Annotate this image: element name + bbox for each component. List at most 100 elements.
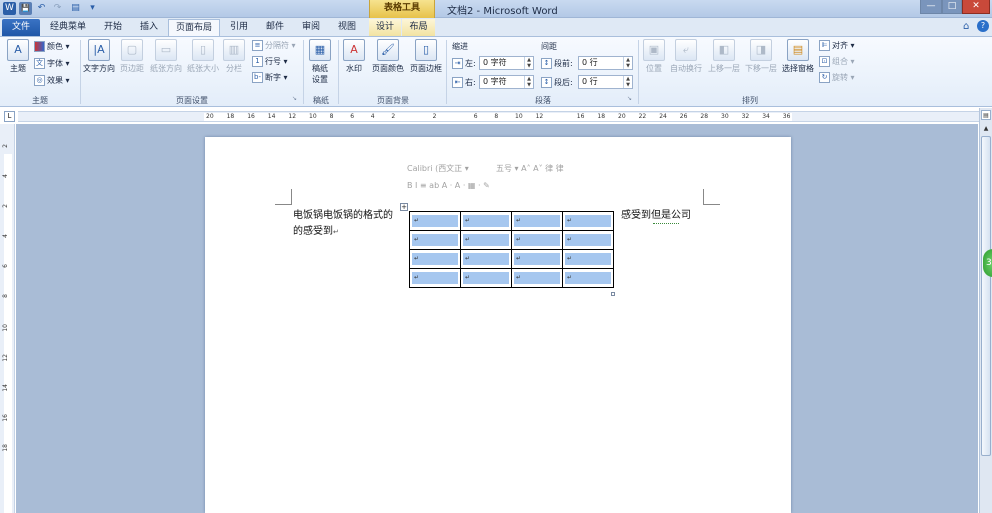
mini-toolbar[interactable]: Calibri (西文正 ▾ 五号 ▾ A˄ A˅ 律 律 B I ≡ ab A… [404,160,564,196]
margins-button[interactable]: ▢ 页边距 [118,39,146,74]
ruler-tick-label: 8 [494,113,499,120]
maximize-button[interactable]: □ [942,0,962,14]
cell-end-mark: ↵ [414,255,420,262]
table-cell[interactable]: ↵ [511,268,563,288]
align-button[interactable]: ⊫ 对齐 ▾ [819,40,855,51]
table-cell[interactable]: ↵ [562,249,614,269]
tab-page-layout[interactable]: 页面布局 [168,19,220,36]
text-direction-button[interactable]: |A 文字方向 [82,39,116,74]
theme-colors-button[interactable]: 颜色 ▾ [34,41,70,52]
table-cell[interactable]: ↵ [460,249,512,269]
indent-left-input[interactable]: 0 字符 ▲ ▼ [479,56,534,70]
tab-layout[interactable]: 布局 [402,19,435,36]
spinner-arrows-icon[interactable]: ▲ ▼ [623,57,632,69]
tab-view[interactable]: 视图 [330,19,364,36]
tab-review[interactable]: 审阅 [294,19,328,36]
size-button[interactable]: ▯ 纸张大小 [186,39,220,74]
table-row: ↵ ↵ ↵ ↵ [409,249,614,269]
theme-fonts-button[interactable]: 文字体 ▾ [34,58,70,69]
hyphenation-button[interactable]: b- 断字 ▾ [252,72,288,83]
tab-mailings[interactable]: 邮件 [258,19,292,36]
undo-icon[interactable]: ↶ [35,2,48,15]
wrap-text-button[interactable]: ⤶ 自动换行 [668,39,704,74]
table-cell[interactable]: ↵ [409,230,461,250]
mini-font-box[interactable]: Calibri (西文正 ▾ [407,163,469,174]
redo-icon[interactable]: ↷ [51,2,64,15]
side-badge[interactable]: 3 [983,249,992,277]
horizontal-ruler[interactable]: 20 18 16 14 12 10 8 6 4 2 2 6 8 10 12 16 18 20 22 24 26 28 30 3… [18,111,980,122]
themes-button[interactable]: A 主题 [6,39,30,74]
document-table[interactable]: ↵ ↵ ↵ ↵ ↵ ↵ ↵ ↵ ↵ ↵ ↵ ↵ ↵ ↵ ↵ ↵ [409,211,614,288]
view-ruler-toggle-icon[interactable]: ▤ [981,110,991,120]
group-divider [80,40,81,104]
minimize-ribbon-icon[interactable]: ⌂ [963,21,969,32]
tab-file[interactable]: 文件 [2,19,40,36]
table-cell[interactable]: ↵ [511,211,563,231]
quick-print-icon[interactable]: ▤ [69,2,82,15]
table-cell[interactable]: ↵ [562,211,614,231]
spinner-arrows-icon[interactable]: ▲ ▼ [623,76,632,88]
mini-format-row[interactable]: B I ≡ ab A · A · ▦ · ✎ [407,181,490,190]
tab-selector-button[interactable]: L [4,111,15,122]
colors-icon [34,41,45,52]
ruler-tick-label: 14 [267,113,276,120]
group-button[interactable]: ⊡ 组合 ▾ [819,56,855,67]
spinner-arrows-icon[interactable]: ▲ ▼ [524,76,533,88]
tab-references[interactable]: 引用 [222,19,256,36]
page-borders-button[interactable]: ▯ 页面边框 [408,39,444,74]
position-button[interactable]: ▣ 位置 [642,39,666,74]
send-backward-button[interactable]: ◨ 下移一层 [743,39,779,74]
indent-right-input[interactable]: 0 字符 ▲ ▼ [479,75,534,89]
table-cell[interactable]: ↵ [562,268,614,288]
close-button[interactable]: ✕ [962,0,990,14]
help-icon[interactable]: ? [977,20,989,32]
spacing-after-input[interactable]: 0 行 ▲ ▼ [578,75,633,89]
vertical-scrollbar[interactable]: ▤ ▲ [979,108,992,513]
ruler-tick-label: 10 [2,324,9,332]
table-resize-handle[interactable] [611,292,615,296]
minimize-button[interactable]: — [920,0,942,14]
table-move-handle[interactable]: + [400,203,408,211]
table-cell[interactable]: ↵ [562,230,614,250]
mini-size-box[interactable]: 五号 ▾ A˄ A˅ 律 律 [496,163,564,174]
cell-selection: ↵ [412,215,458,227]
draft-settings-button[interactable]: ▦ 稿纸 设置 [308,39,332,85]
tab-classic-menu[interactable]: 经典菜单 [44,19,92,36]
rotate-button[interactable]: ↻ 旋转 ▾ [819,72,855,83]
dialog-launcher-icon[interactable]: ↘ [292,95,297,102]
group-label-theme: 主题 [32,96,48,105]
ruler-tick-label: 10 [515,113,523,120]
scroll-up-icon[interactable]: ▲ [981,124,991,134]
scroll-thumb[interactable] [981,136,991,456]
tab-insert[interactable]: 插入 [132,19,166,36]
tab-home[interactable]: 开始 [96,19,130,36]
spacing-before-input[interactable]: 0 行 ▲ ▼ [578,56,633,70]
spinner-arrows-icon[interactable]: ▲ ▼ [524,57,533,69]
ruler-tick-label: 16 [2,414,9,422]
page-color-button[interactable]: 🖌 页面颜色 [370,39,406,74]
selection-pane-button[interactable]: ▤ 选择窗格 [780,39,816,74]
table-cell[interactable]: ↵ [460,230,512,250]
orientation-button[interactable]: ▭ 纸张方向 [148,39,184,74]
table-cell[interactable]: ↵ [460,211,512,231]
customize-qat-icon[interactable]: ▾ [86,2,99,15]
vertical-ruler[interactable]: 2 4 2 4 6 8 10 12 14 16 18 [0,124,15,513]
word-app-icon[interactable]: W [3,2,16,15]
table-cell[interactable]: ↵ [511,249,563,269]
table-cell[interactable]: ↵ [409,249,461,269]
watermark-button[interactable]: A 水印 [342,39,366,74]
table-cell[interactable]: ↵ [511,230,563,250]
dialog-launcher-icon[interactable]: ↘ [627,95,632,102]
theme-effects-button[interactable]: ◎ 效果 ▾ [34,75,70,86]
table-cell[interactable]: ↵ [409,268,461,288]
tab-design[interactable]: 设计 [369,19,401,36]
body-text-line-2[interactable]: 的感受到↵ [293,224,339,240]
columns-button[interactable]: ▥ 分栏 [222,39,246,74]
line-numbers-button[interactable]: 1 行号 ▾ [252,56,288,67]
save-icon[interactable]: 💾 [19,2,32,15]
bring-forward-button[interactable]: ◧ 上移一层 [706,39,742,74]
table-cell[interactable]: ↵ [460,268,512,288]
body-text-line-1[interactable]: 电饭锅电饭锅的格式的 [293,208,393,224]
table-cell[interactable]: ↵ [409,211,461,231]
breaks-button[interactable]: ≡ 分隔符 ▾ [252,40,296,51]
